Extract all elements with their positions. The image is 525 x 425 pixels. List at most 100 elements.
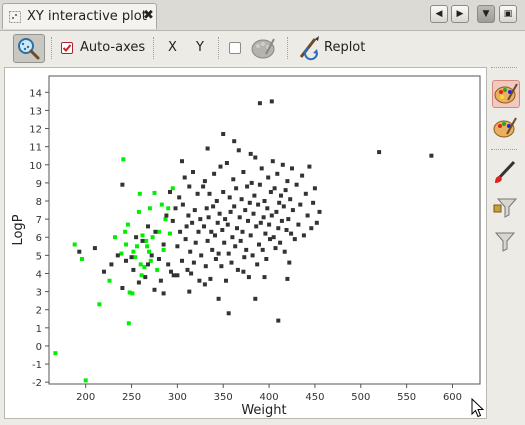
data-point[interactable] [247,200,252,205]
data-point[interactable] [286,217,291,222]
maximize-button[interactable]: ▣ [499,5,517,23]
data-point[interactable] [262,275,267,280]
data-point[interactable] [197,278,202,283]
data-point[interactable] [248,233,253,238]
data-point[interactable] [223,217,228,222]
data-point[interactable] [232,204,237,209]
data-point[interactable] [229,260,234,265]
data-point[interactable] [120,286,125,290]
data-point[interactable] [307,164,312,169]
data-point[interactable] [155,267,160,272]
data-point[interactable] [251,211,256,216]
data-point[interactable] [125,222,130,227]
data-point[interactable] [275,171,280,176]
data-point[interactable] [152,190,157,195]
data-point[interactable] [279,193,283,198]
data-point[interactable] [215,220,220,225]
data-point[interactable] [257,242,261,247]
data-point[interactable] [136,280,141,285]
data-point[interactable] [171,273,176,278]
data-point[interactable] [268,237,272,242]
data-point[interactable] [147,206,152,211]
data-point[interactable] [296,222,301,227]
data-point[interactable] [183,237,188,242]
data-point[interactable] [235,267,240,272]
data-point[interactable] [221,190,226,194]
data-point[interactable] [235,226,239,231]
data-point[interactable] [157,229,161,234]
data-point[interactable] [263,231,268,236]
brush-button[interactable] [492,159,520,187]
data-point[interactable] [314,220,319,225]
data-point[interactable] [202,224,206,229]
data-point[interactable] [205,238,210,243]
data-point[interactable] [224,278,228,283]
data-point[interactable] [219,264,224,269]
data-point[interactable] [115,253,120,258]
data-point[interactable] [216,251,221,256]
data-point[interactable] [261,215,266,220]
data-point[interactable] [120,182,125,187]
data-point[interactable] [210,247,215,252]
data-point[interactable] [195,191,200,196]
data-point[interactable] [161,291,166,296]
data-point[interactable] [269,99,274,104]
data-point[interactable] [227,195,232,200]
data-point[interactable] [159,202,164,207]
data-point[interactable] [238,238,243,243]
data-point[interactable] [164,213,169,218]
data-point[interactable] [187,289,192,294]
data-point[interactable] [311,200,316,205]
data-point[interactable] [292,237,297,242]
data-point[interactable] [109,262,114,267]
data-point[interactable] [131,267,136,272]
data-point[interactable] [287,260,292,265]
data-point[interactable] [161,242,166,247]
data-point[interactable] [289,231,294,236]
data-point[interactable] [208,276,213,281]
data-point[interactable] [236,148,241,153]
data-point[interactable] [137,191,142,196]
data-point[interactable] [259,166,264,171]
data-point[interactable] [138,262,143,267]
data-point[interactable] [256,202,261,207]
data-point[interactable] [140,238,145,243]
data-point[interactable] [239,197,244,202]
data-point[interactable] [121,157,126,162]
data-point[interactable] [157,257,161,261]
data-point[interactable] [140,233,145,238]
data-point[interactable] [123,229,128,234]
data-point[interactable] [253,155,258,160]
data-point[interactable] [274,209,279,214]
filter-add-button[interactable] [492,193,520,221]
data-point[interactable] [180,202,185,207]
data-point[interactable] [146,262,150,267]
data-point[interactable] [166,262,171,267]
data-point[interactable] [268,190,273,194]
data-point[interactable] [133,255,138,260]
data-point[interactable] [97,302,102,307]
data-point[interactable] [258,220,263,225]
data-point[interactable] [191,260,196,265]
data-point[interactable] [288,197,293,202]
data-point[interactable] [290,166,294,171]
data-point[interactable] [243,208,248,213]
data-point[interactable] [148,258,153,263]
data-point[interactable] [72,242,77,247]
data-point[interactable] [147,249,151,254]
data-point[interactable] [119,251,124,256]
data-point[interactable] [276,226,281,231]
data-point[interactable] [124,258,128,263]
zoom-button[interactable] [13,34,45,63]
data-point[interactable] [237,215,242,220]
data-point[interactable] [207,191,212,196]
data-point[interactable] [303,191,308,196]
data-point[interactable] [77,249,82,254]
data-point[interactable] [429,153,434,158]
data-point[interactable] [267,222,272,227]
filter-button[interactable] [492,227,520,255]
palette-icon[interactable] [250,36,276,60]
data-point[interactable] [253,296,258,301]
data-point[interactable] [184,224,189,229]
data-point[interactable] [139,273,144,278]
